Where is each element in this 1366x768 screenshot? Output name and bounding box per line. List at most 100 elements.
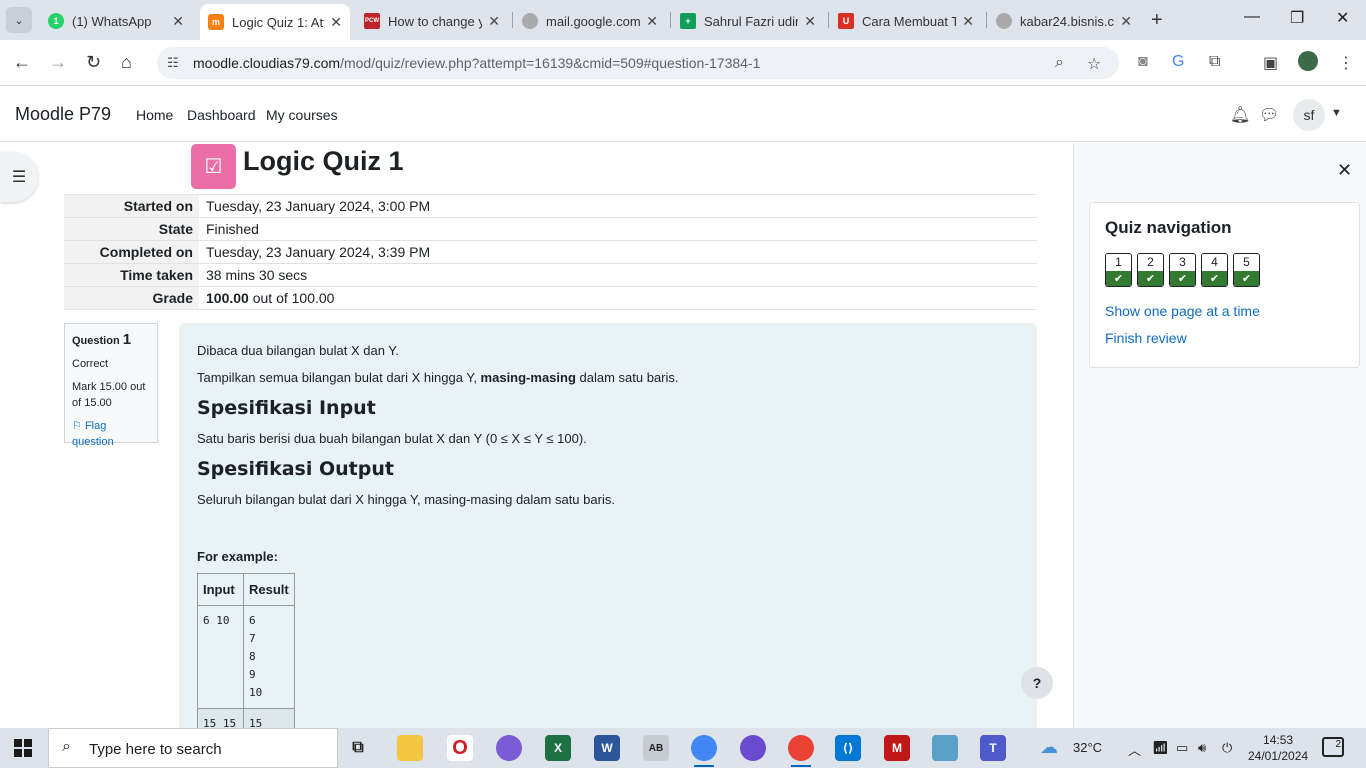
profile-avatar-icon[interactable]	[1298, 51, 1318, 71]
tab-title: How to change y	[388, 13, 483, 29]
globe-icon	[522, 13, 538, 29]
user-avatar[interactable]: sf	[1293, 99, 1325, 131]
translate-icon[interactable]: G	[1172, 53, 1184, 71]
summary-label: State	[64, 217, 199, 241]
taskbar-search[interactable]: ⌕ Type here to search	[48, 728, 338, 768]
search-icon: ⌕	[62, 738, 71, 755]
check-icon: ✔	[1202, 271, 1227, 286]
chevron-down-icon[interactable]: ▼	[1331, 107, 1342, 119]
finish-review-link[interactable]: Finish review	[1105, 330, 1187, 346]
tab-logic-quiz[interactable]: m Logic Quiz 1: Att ✕	[200, 4, 350, 40]
tab-cara-membuat[interactable]: U Cara Membuat T ✕	[830, 6, 982, 36]
nav-home[interactable]: Home	[136, 107, 173, 123]
zoom-search-icon[interactable]: ⌕	[1055, 54, 1064, 72]
excel-icon[interactable]: X	[545, 735, 571, 761]
new-tab-icon[interactable]: +	[1151, 9, 1163, 32]
nav-dashboard[interactable]: Dashboard	[187, 107, 256, 123]
question-buttons: 1 ✔ 2 ✔ 3 ✔ 4 ✔ 5 ✔	[1105, 253, 1260, 287]
browser-toolbar: ← → ↻ ⌂ ☷ moodle.cloudias79.com/mod/quiz…	[0, 40, 1366, 86]
close-icon[interactable]: ✕	[488, 13, 500, 30]
course-index-toggle[interactable]: ☰	[0, 152, 38, 202]
check-icon: ✔	[1138, 271, 1163, 286]
temperature[interactable]: 32°C	[1073, 740, 1102, 755]
globe-icon	[996, 13, 1012, 29]
tab-pcw[interactable]: PCW How to change y ✕	[356, 6, 508, 36]
volume-icon[interactable]: 🔊︎	[1198, 740, 1206, 756]
tab-sheets[interactable]: + Sahrul Fazri udir ✕	[672, 6, 824, 36]
back-icon[interactable]: ←	[13, 52, 31, 73]
close-icon[interactable]: ✕	[804, 13, 816, 30]
question-nav-button[interactable]: 1 ✔	[1105, 253, 1132, 287]
close-icon[interactable]: ✕	[962, 13, 974, 30]
question-nav-button[interactable]: 2 ✔	[1137, 253, 1164, 287]
network-icon[interactable]: 📶︎	[1152, 740, 1169, 756]
tray-chevron-icon[interactable]: ︿	[1128, 740, 1141, 759]
site-info-icon[interactable]: ☷	[167, 55, 179, 71]
table-header-row: Input Result	[197, 573, 295, 606]
windows-start-icon[interactable]	[14, 739, 32, 757]
help-button[interactable]: ?	[1021, 667, 1053, 699]
summary-value: 38 mins 30 secs	[206, 267, 308, 283]
copilot-icon[interactable]	[496, 735, 522, 761]
bell-icon[interactable]: 🔔︎	[1230, 105, 1250, 125]
question-nav-button[interactable]: 5 ✔	[1233, 253, 1260, 287]
address-bar[interactable]: ☷ moodle.cloudias79.com/mod/quiz/review.…	[157, 47, 1119, 79]
quiz-navigation-title: Quiz navigation	[1105, 218, 1232, 237]
keyboard-icon[interactable]: AB	[643, 735, 669, 761]
notepad-icon[interactable]	[932, 735, 958, 761]
tab-title: mail.google.com	[546, 13, 641, 29]
chat-app-icon[interactable]	[740, 735, 766, 761]
quiz-drawer: ✕ Quiz navigation 1 ✔ 2 ✔ 3 ✔ 4 ✔ 5 ✔ Show on…	[1073, 143, 1366, 728]
task-view-icon[interactable]: ⧉	[345, 735, 371, 761]
opera-icon[interactable]: O	[447, 735, 473, 761]
battery-icon[interactable]: ▭	[1176, 740, 1188, 756]
list-icon: ☰	[11, 169, 27, 186]
vscode-icon[interactable]: ⟨⟩	[835, 735, 861, 761]
clock[interactable]: 14:53 24/01/2024	[1248, 732, 1308, 764]
notifications-icon[interactable]: 2	[1322, 737, 1344, 757]
tab-whatsapp[interactable]: 1 (1) WhatsApp ✕	[40, 6, 192, 36]
example-input: 6 10	[197, 605, 244, 709]
camera-icon[interactable]: ◙	[1138, 53, 1148, 71]
site-brand[interactable]: Moodle P79	[15, 104, 111, 125]
extensions-icon[interactable]: ⧉	[1209, 53, 1220, 71]
more-menu-icon[interactable]: ⋮	[1338, 53, 1354, 73]
chrome-profile-icon[interactable]	[788, 735, 814, 767]
magnet-icon: U	[838, 13, 854, 29]
show-one-page-link[interactable]: Show one page at a time	[1105, 303, 1260, 319]
nav-my-courses[interactable]: My courses	[266, 107, 338, 123]
reload-icon[interactable]: ↻	[86, 52, 101, 73]
table-row: 6 10 6 7 8 9 10	[197, 605, 295, 709]
question-nav-button[interactable]: 3 ✔	[1169, 253, 1196, 287]
side-panel-icon[interactable]: ▣	[1263, 53, 1278, 73]
bookmark-star-icon[interactable]: ☆	[1087, 54, 1101, 74]
meet-now-icon[interactable]: ⏻	[1222, 740, 1232, 756]
weather-icon[interactable]: ☁	[1040, 737, 1058, 758]
close-icon[interactable]: ✕	[330, 14, 342, 31]
message-icon[interactable]: 💬︎	[1259, 105, 1279, 125]
window-close-icon[interactable]: ✕	[1336, 8, 1349, 28]
page-title: Logic Quiz 1	[243, 146, 404, 176]
restore-icon[interactable]: ❐	[1290, 8, 1304, 28]
tab-gmail[interactable]: mail.google.com ✕	[514, 6, 666, 36]
close-icon[interactable]: ✕	[1337, 160, 1352, 181]
forward-icon[interactable]: →	[49, 52, 67, 73]
flag-question-link[interactable]: ⚐ Flag question	[72, 418, 150, 450]
home-icon[interactable]: ⌂	[121, 52, 132, 73]
mcafee-icon[interactable]: M	[884, 735, 910, 761]
tab-kabar24[interactable]: kabar24.bisnis.cc ✕	[988, 6, 1140, 36]
file-explorer-icon[interactable]	[397, 735, 423, 761]
close-icon[interactable]: ✕	[172, 13, 184, 30]
teams-icon[interactable]: T	[980, 735, 1006, 761]
close-icon[interactable]: ✕	[1120, 13, 1132, 30]
pcw-icon: PCW	[364, 13, 380, 29]
output-spec-text: Seluruh bilangan bulat dari X hingga Y, …	[197, 492, 615, 507]
word-icon[interactable]: W	[594, 735, 620, 761]
tab-title: Sahrul Fazri udir	[704, 13, 799, 29]
input-spec-text: Satu baris berisi dua buah bilangan bula…	[197, 431, 587, 446]
question-nav-button[interactable]: 4 ✔	[1201, 253, 1228, 287]
close-icon[interactable]: ✕	[646, 13, 658, 30]
chrome-icon[interactable]	[691, 735, 717, 767]
tab-search-chevron-icon[interactable]: ⌄	[6, 7, 32, 33]
minimize-icon[interactable]: —	[1244, 8, 1260, 26]
